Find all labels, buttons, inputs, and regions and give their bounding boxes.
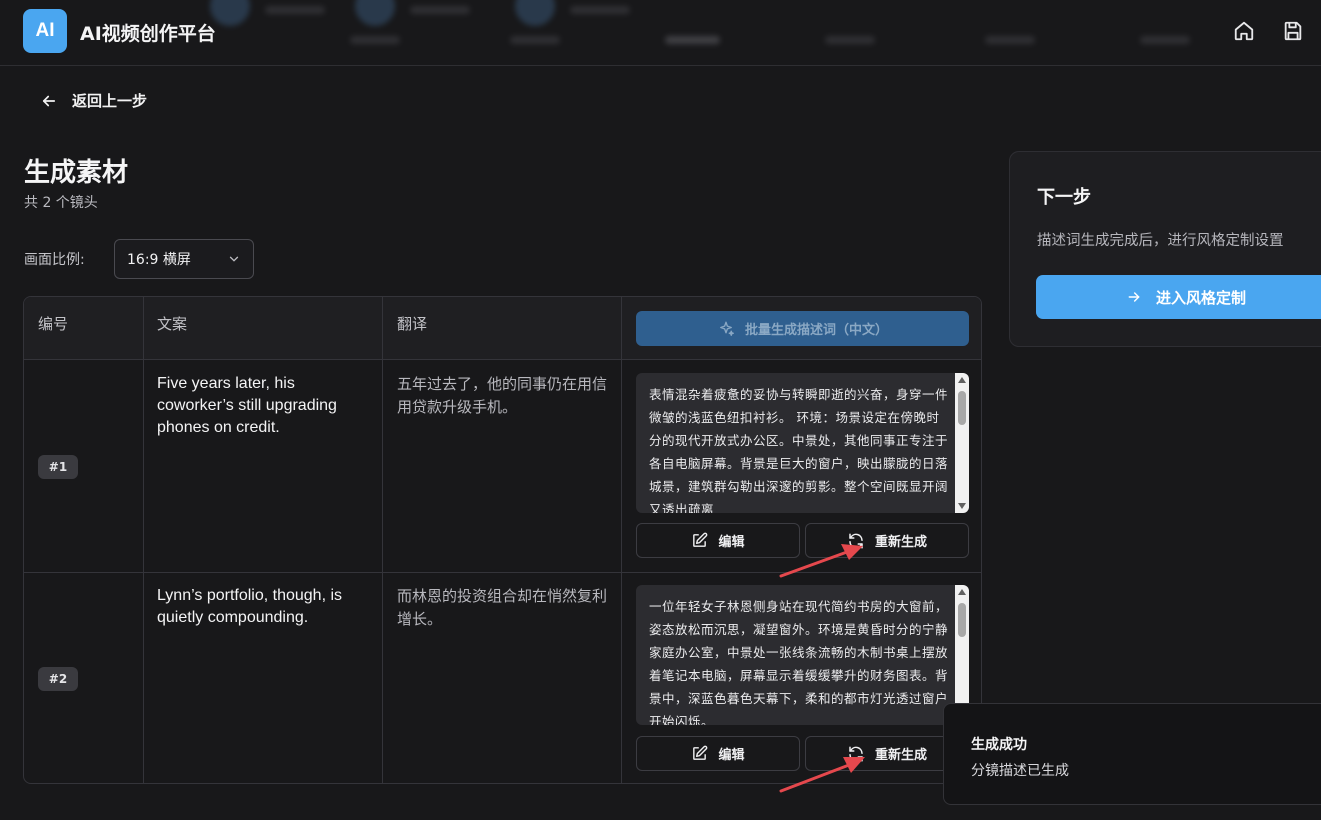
regenerate-label: 重新生成: [874, 535, 927, 550]
header-number: 编号: [38, 315, 69, 333]
success-toast: 生成成功 分镜描述已生成: [943, 703, 1321, 805]
arrow-left-icon: [42, 95, 56, 106]
shot-badge: #2: [38, 667, 78, 691]
shot-badge: #1: [38, 455, 78, 479]
description-text: 一位年轻女子林恩侧身站在现代简约书房的大窗前，姿态放松而沉思，凝望窗外。环境是黄…: [649, 599, 949, 725]
back-label: 返回上一步: [72, 92, 148, 110]
batch-generate-button[interactable]: 批量生成描述词（中文）: [636, 311, 969, 346]
toast-title: 生成成功: [971, 737, 1027, 753]
back-button[interactable]: 返回上一步: [40, 90, 147, 111]
row-copy: Lynn’s portfolio, though, is quietly com…: [157, 587, 343, 626]
row-copy: Five years later, his coworker’s still u…: [157, 375, 337, 436]
next-step-description: 描述词生成完成后，进行风格定制设置: [1037, 233, 1284, 249]
row-translation: 五年过去了，他的同事仍在用信用贷款升级手机。: [397, 375, 608, 416]
app-header: AI AI视频创作平台: [0, 0, 1321, 66]
table-header: 编号 文案 翻译 批量生成描述词（中文）: [24, 297, 981, 360]
description-textarea[interactable]: 一位年轻女子林恩侧身站在现代简约书房的大窗前，姿态放松而沉思，凝望窗外。环境是黄…: [636, 585, 969, 725]
edit-icon: [693, 532, 708, 547]
edit-label: 编辑: [718, 748, 745, 763]
row-translation: 而林恩的投资组合却在悄然复利增长。: [397, 587, 608, 628]
enter-style-label: 进入风格定制: [1155, 288, 1246, 307]
chevron-down-icon: [229, 256, 239, 262]
toast-message: 分镜描述已生成: [971, 763, 1069, 779]
arrow-right-icon: [1128, 292, 1140, 302]
edit-label: 编辑: [718, 535, 745, 550]
ratio-label: 画面比例:: [24, 252, 85, 268]
header-copy: 文案: [157, 315, 188, 333]
next-step-title: 下一步: [1037, 187, 1091, 208]
shot-count: 共 2 个镜头: [24, 195, 98, 211]
step-progress-bar: [210, 0, 1220, 50]
header-translation: 翻译: [397, 315, 428, 333]
description-textarea[interactable]: 表情混杂着疲惫的妥协与转瞬即逝的兴奋，身穿一件微皱的浅蓝色纽扣衬衫。 环境：场景…: [636, 373, 969, 513]
sparkles-icon: [720, 321, 734, 336]
next-step-card: 下一步 描述词生成完成后，进行风格定制设置 进入风格定制: [1009, 151, 1321, 347]
ratio-value: 16:9 横屏: [127, 252, 191, 268]
regenerate-label: 重新生成: [874, 748, 927, 763]
description-text: 表情混杂着疲惫的妥协与转瞬即逝的兴奋，身穿一件微皱的浅蓝色纽扣衬衫。 环境：场景…: [649, 387, 949, 513]
scrollbar[interactable]: [955, 373, 969, 513]
home-icon[interactable]: [1233, 20, 1255, 42]
page-title: 生成素材: [24, 158, 129, 188]
annotation-arrow: [779, 544, 863, 578]
ratio-select[interactable]: 16:9 横屏: [114, 239, 254, 279]
save-icon[interactable]: [1282, 20, 1304, 42]
app-logo: AI: [23, 9, 67, 53]
enter-style-button[interactable]: 进入风格定制: [1036, 275, 1321, 319]
batch-generate-label: 批量生成描述词（中文）: [744, 323, 888, 338]
annotation-arrow: [779, 757, 865, 793]
app-title: AI视频创作平台: [80, 23, 216, 45]
edit-icon: [693, 745, 708, 760]
